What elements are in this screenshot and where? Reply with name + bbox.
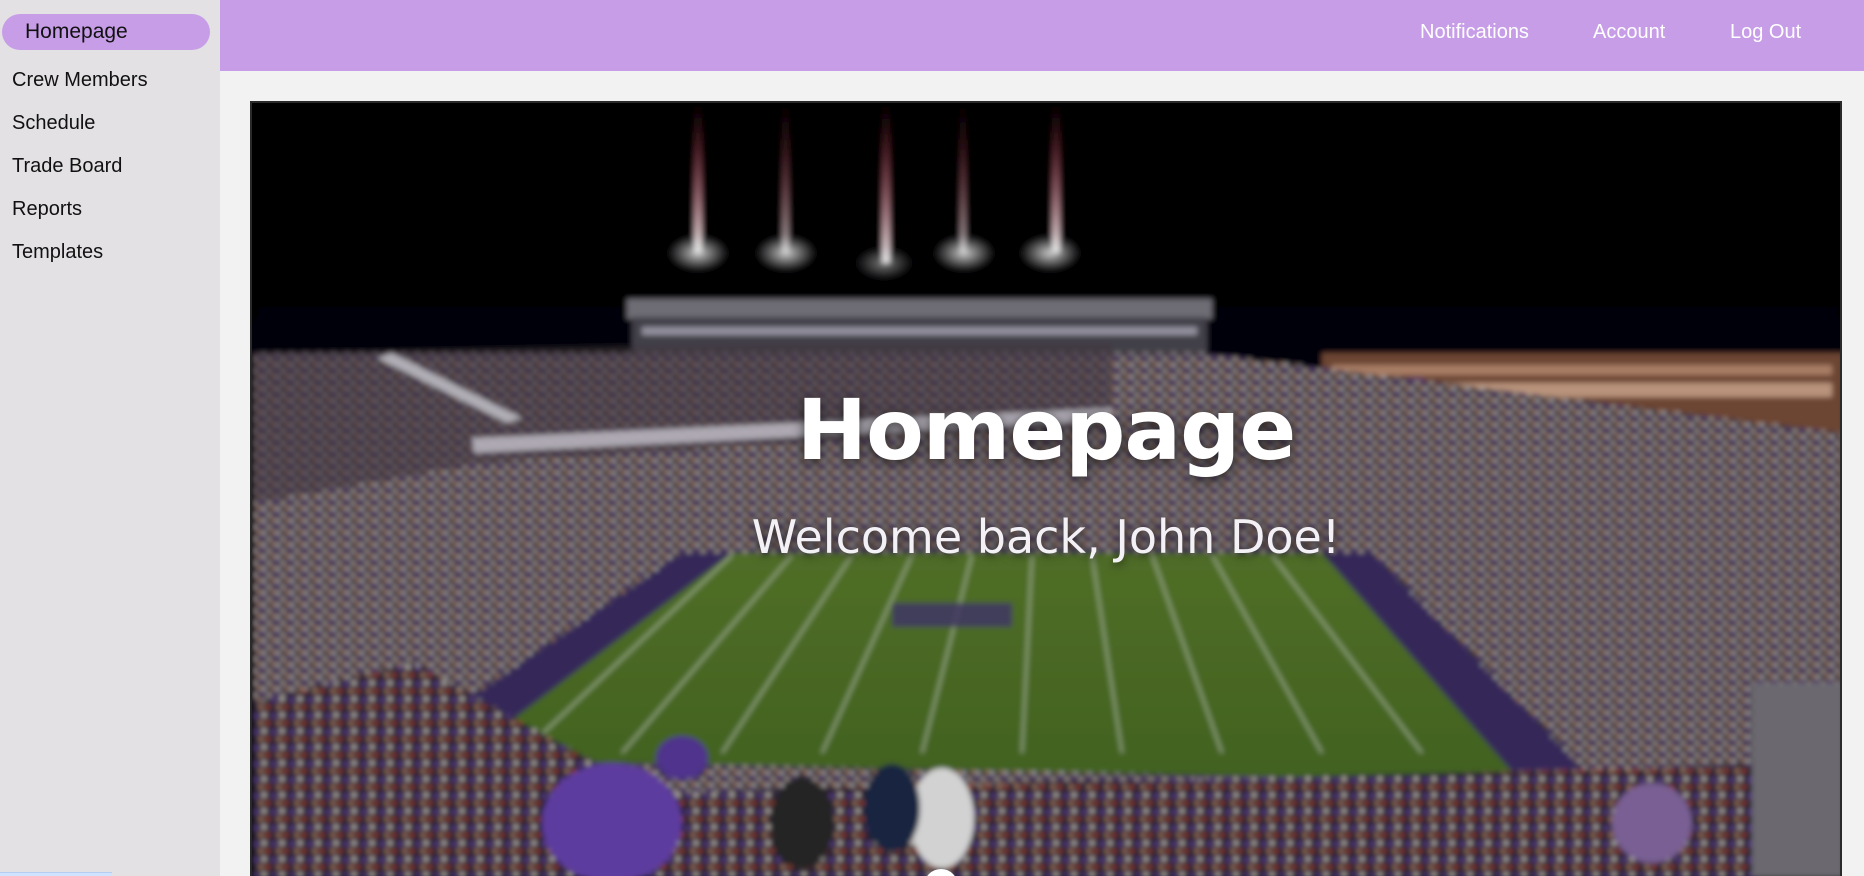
log-out-link[interactable]: Log Out [1730,21,1801,44]
sidebar-item-templates[interactable]: Templates [12,241,103,264]
sidebar: Homepage Crew Members Schedule Trade Boa… [0,0,220,876]
stadium-photo-image [252,103,1840,876]
notifications-link[interactable]: Notifications [1420,21,1529,44]
sidebar-item-crew-members[interactable]: Crew Members [12,69,148,92]
sidebar-item-homepage[interactable]: Homepage [2,14,210,50]
sidebar-item-schedule[interactable]: Schedule [12,112,95,135]
hero-banner: Homepage Welcome back, John Doe! [250,101,1842,876]
hero-welcome-message: Welcome back, John Doe! [751,510,1341,564]
sidebar-item-trade-board[interactable]: Trade Board [12,155,122,178]
sidebar-item-reports[interactable]: Reports [12,198,82,221]
hero-title: Homepage [796,381,1296,479]
top-navigation-bar: Notifications Account Log Out [220,0,1864,71]
sidebar-bottom-control[interactable] [0,872,112,876]
account-link[interactable]: Account [1593,21,1665,44]
